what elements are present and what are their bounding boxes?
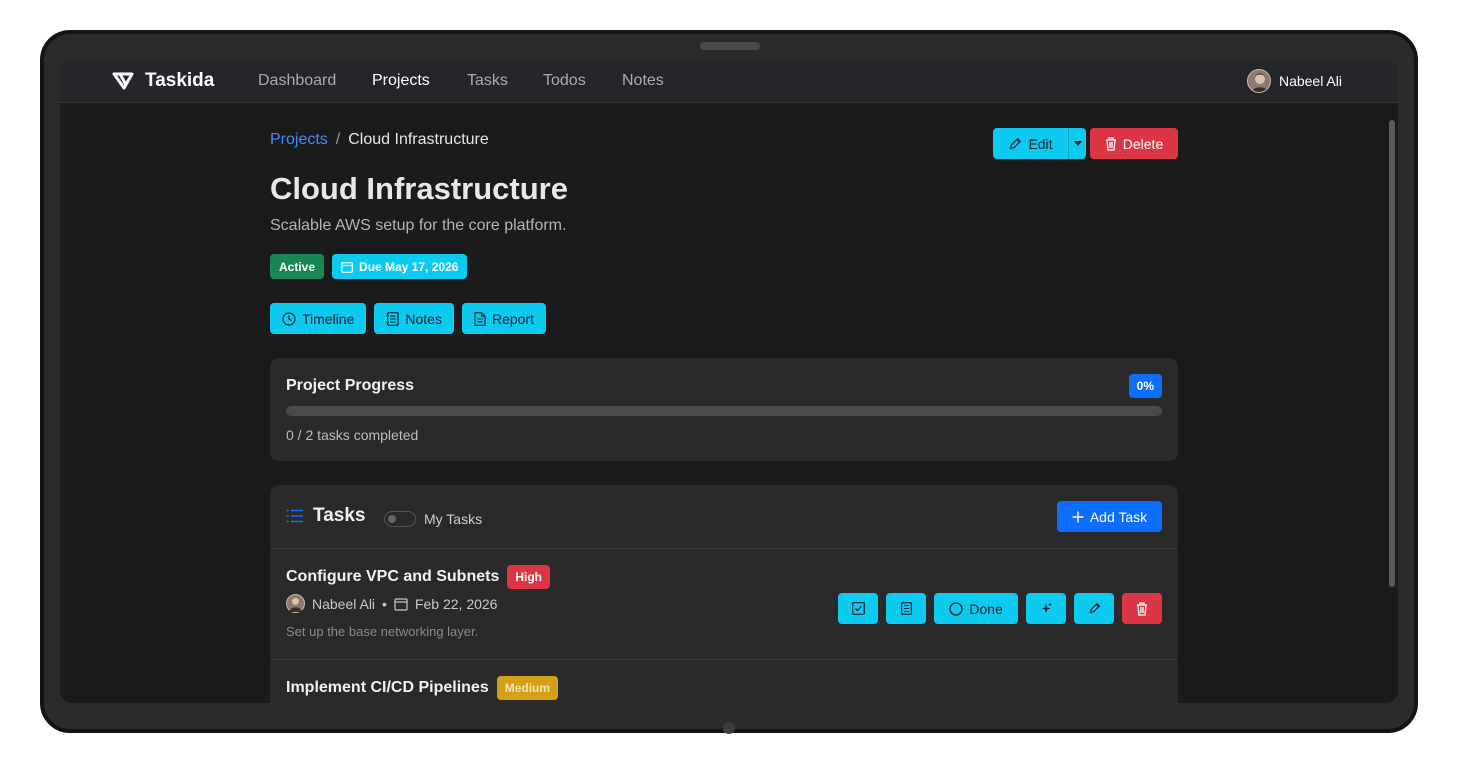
pencil-icon bbox=[1010, 137, 1022, 149]
edit-button-group: Edit bbox=[993, 128, 1086, 159]
file-icon bbox=[474, 311, 486, 326]
breadcrumb: Projects / Cloud Infrastructure bbox=[270, 131, 489, 149]
edit-button[interactable]: Edit bbox=[993, 128, 1068, 159]
nav-projects[interactable]: Projects bbox=[372, 72, 430, 90]
journal-icon bbox=[386, 311, 399, 326]
calendar-icon bbox=[341, 261, 353, 273]
project-description: Scalable AWS setup for the core platform… bbox=[270, 217, 567, 234]
circle-icon bbox=[949, 601, 963, 616]
done-label: Done bbox=[969, 600, 1003, 617]
task-done-button[interactable]: Done bbox=[934, 593, 1018, 624]
progress-bar bbox=[286, 406, 1162, 416]
delete-project-button[interactable]: Delete bbox=[1090, 128, 1178, 159]
taskida-logo-icon bbox=[112, 72, 134, 90]
task-checklist-button[interactable] bbox=[838, 593, 878, 624]
pencil-icon bbox=[1089, 602, 1100, 614]
delete-label: Delete bbox=[1122, 135, 1164, 152]
nav-tasks[interactable]: Tasks bbox=[467, 72, 508, 90]
breadcrumb-projects-link[interactable]: Projects bbox=[270, 131, 328, 148]
device-frame: Taskida Dashboard Projects Tasks Todos N… bbox=[40, 30, 1418, 734]
project-badges: Active Due May 17, 2026 bbox=[270, 254, 468, 279]
avatar bbox=[1246, 69, 1271, 93]
task-date: Feb 22, 2026 bbox=[414, 595, 498, 612]
status-badge: Active bbox=[270, 254, 325, 279]
notes-button[interactable]: Notes bbox=[374, 303, 454, 334]
nav-todos[interactable]: Todos bbox=[543, 72, 586, 90]
priority-badge: Medium bbox=[496, 676, 559, 700]
assignee-avatar bbox=[286, 594, 305, 613]
breadcrumb-separator: / bbox=[335, 131, 341, 148]
progress-summary: 0 / 2 tasks completed bbox=[286, 427, 419, 443]
nav-notes[interactable]: Notes bbox=[622, 72, 664, 90]
calendar-icon bbox=[394, 597, 408, 611]
list-icon bbox=[286, 509, 303, 523]
user-menu[interactable]: Nabeel Ali bbox=[1246, 69, 1342, 93]
breadcrumb-current: Cloud Infrastructure bbox=[348, 131, 489, 148]
tasks-title-text: Tasks bbox=[313, 505, 366, 526]
progress-percent-badge: 0% bbox=[1128, 374, 1162, 398]
due-date-text: Due May 17, 2026 bbox=[359, 259, 459, 274]
assignee-name: Nabeel Ali bbox=[312, 595, 376, 612]
task-delete-button[interactable] bbox=[1122, 593, 1162, 624]
task-row[interactable]: Configure VPC and Subnets High Nabeel Al… bbox=[270, 549, 1178, 660]
edit-dropdown-toggle[interactable] bbox=[1068, 128, 1086, 159]
caret-down-icon bbox=[1073, 140, 1082, 146]
project-tabs: Timeline Notes Report bbox=[270, 303, 546, 334]
my-tasks-toggle[interactable] bbox=[384, 511, 416, 527]
task-ai-button[interactable] bbox=[1026, 593, 1066, 624]
add-task-button[interactable]: Add Task bbox=[1057, 501, 1162, 532]
notes-label: Notes bbox=[405, 310, 442, 327]
report-button[interactable]: Report bbox=[461, 303, 546, 334]
page-title: Cloud Infrastructure bbox=[270, 171, 568, 206]
device-home-indicator bbox=[723, 722, 735, 734]
tasks-header: Tasks My Tasks Add Task bbox=[270, 485, 1178, 549]
task-name: Implement CI/CD Pipelines Medium bbox=[286, 676, 559, 700]
plus-icon bbox=[1072, 511, 1084, 522]
journal-icon bbox=[901, 602, 912, 615]
sparkles-icon bbox=[1041, 602, 1052, 613]
check-square-icon bbox=[851, 602, 865, 615]
task-notes-button[interactable] bbox=[886, 593, 926, 624]
my-tasks-label: My Tasks bbox=[424, 511, 483, 527]
task-title: Implement CI/CD Pipelines bbox=[286, 679, 489, 696]
task-actions: Done bbox=[838, 593, 1162, 624]
report-label: Report bbox=[491, 310, 534, 327]
main-content: Projects / Cloud Infrastructure Edit Delet… bbox=[270, 103, 1178, 703]
meta-bullet: • bbox=[382, 595, 387, 612]
timeline-button[interactable]: Timeline bbox=[270, 303, 367, 334]
due-date-badge: Due May 17, 2026 bbox=[332, 254, 468, 279]
add-task-label: Add Task bbox=[1089, 508, 1148, 525]
device-notch bbox=[700, 42, 760, 50]
brand-name: Taskida bbox=[145, 70, 215, 91]
task-row[interactable]: Implement CI/CD Pipelines Medium bbox=[270, 660, 1178, 703]
user-name: Nabeel Ali bbox=[1278, 73, 1342, 89]
toggle-knob bbox=[388, 515, 396, 523]
task-title: Configure VPC and Subnets bbox=[286, 568, 500, 585]
progress-card: Project Progress 0% 0 / 2 tasks complete… bbox=[270, 358, 1178, 461]
clock-icon bbox=[282, 311, 296, 326]
trash-icon bbox=[1105, 136, 1116, 151]
page-scrollbar[interactable] bbox=[1389, 120, 1395, 587]
nav-dashboard[interactable]: Dashboard bbox=[258, 72, 336, 90]
brand-logo[interactable]: Taskida bbox=[112, 70, 214, 92]
tasks-card: Tasks My Tasks Add Task Configure VPC an… bbox=[270, 485, 1178, 703]
task-edit-button[interactable] bbox=[1074, 593, 1114, 624]
app-screen: Taskida Dashboard Projects Tasks Todos N… bbox=[60, 60, 1398, 703]
timeline-label: Timeline bbox=[302, 310, 355, 327]
tasks-title: Tasks bbox=[286, 505, 365, 527]
top-navbar: Taskida Dashboard Projects Tasks Todos N… bbox=[60, 60, 1398, 103]
task-meta: Nabeel Ali • Feb 22, 2026 bbox=[286, 594, 497, 613]
trash-icon bbox=[1137, 601, 1147, 616]
edit-label: Edit bbox=[1028, 135, 1053, 152]
task-name: Configure VPC and Subnets High bbox=[286, 565, 551, 589]
priority-badge: High bbox=[507, 565, 551, 589]
task-description: Set up the base networking layer. bbox=[286, 624, 479, 639]
progress-title: Project Progress bbox=[286, 377, 415, 394]
